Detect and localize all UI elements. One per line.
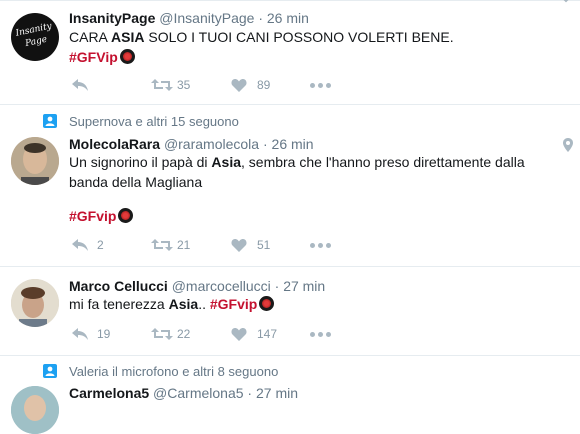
tweet-header: MolecolaRara @raramolecola · 26 min — [69, 136, 314, 152]
more-icon[interactable] — [310, 83, 332, 89]
social-context[interactable]: Supernova e altri 15 seguono — [69, 114, 239, 129]
gf-emoji-icon — [118, 208, 134, 223]
separator-dot: · — [274, 278, 280, 294]
more-icon[interactable] — [310, 332, 332, 338]
retweet-count: 21 — [177, 238, 191, 252]
text-part: .. — [198, 296, 210, 312]
avatar[interactable]: Insanity Page — [11, 13, 59, 61]
avatar-photo — [11, 386, 59, 434]
display-name[interactable]: Carmelona5 — [69, 385, 149, 401]
reply-count: 2 — [97, 238, 104, 252]
text-highlight: Asia — [168, 296, 199, 312]
retweet-icon — [151, 79, 173, 91]
timestamp[interactable]: 27 min — [256, 385, 298, 401]
gf-emoji-icon — [119, 49, 135, 64]
like-button[interactable]: 51 — [231, 238, 291, 254]
reply-button[interactable] — [71, 78, 91, 94]
reply-icon — [72, 239, 88, 251]
reply-count: 19 — [97, 327, 111, 341]
like-count: 51 — [257, 238, 271, 252]
separator-dot: · — [258, 10, 263, 26]
text-part: Un signorino il papà di — [69, 154, 212, 170]
avatar-photo — [11, 137, 59, 185]
like-icon — [231, 239, 247, 252]
tweet-text: CARA ASIA SOLO I TUOI CANI POSSONO VOLER… — [69, 27, 549, 67]
retweet-count: 35 — [177, 78, 191, 92]
display-name[interactable]: Marco Cellucci — [69, 278, 168, 294]
timestamp[interactable]: 26 min — [272, 136, 314, 152]
hashtag-link[interactable]: #GFVip — [69, 49, 118, 65]
avatar[interactable] — [11, 279, 59, 327]
display-name[interactable]: InsanityPage — [69, 10, 155, 26]
text-part: SOLO I TUOI CANI POSSONO VOLERTI BENE. — [144, 29, 454, 45]
avatar[interactable] — [11, 386, 59, 434]
user-handle[interactable]: @raramolecola — [164, 136, 259, 152]
tweet-1[interactable]: Insanity Page InsanityPage @InsanityPage… — [0, 0, 580, 104]
like-button[interactable]: 89 — [231, 78, 291, 94]
divider — [0, 355, 580, 356]
like-icon — [231, 328, 247, 341]
avatar-photo — [11, 279, 59, 327]
user-handle[interactable]: @InsanityPage — [159, 10, 254, 26]
retweet-icon — [151, 328, 173, 340]
user-handle[interactable]: @marcocellucci — [172, 278, 271, 294]
tweet-header: Carmelona5 @Carmelona5 · 27 min — [69, 385, 298, 401]
retweet-icon — [151, 239, 173, 251]
reply-icon — [72, 328, 88, 340]
gf-emoji-icon — [259, 296, 275, 311]
tweet-header: InsanityPage @InsanityPage · 26 min — [69, 10, 309, 26]
text-highlight: ASIA — [111, 29, 145, 45]
reply-button[interactable]: 2 — [71, 238, 121, 254]
reply-button[interactable]: 19 — [71, 327, 121, 343]
separator-dot: · — [262, 136, 268, 152]
hashtag-line: #GFvip — [69, 206, 549, 226]
display-name[interactable]: MolecolaRara — [69, 136, 160, 152]
avatar[interactable] — [11, 137, 59, 185]
like-icon — [231, 79, 247, 92]
retweet-button[interactable]: 22 — [151, 327, 211, 343]
text-highlight: Asia — [211, 154, 241, 170]
user-handle[interactable]: @Carmelona5 — [153, 385, 243, 401]
like-button[interactable]: 147 — [231, 327, 291, 343]
separator-dot: · — [247, 385, 253, 401]
text-part: CARA — [69, 29, 112, 45]
reply-icon — [72, 79, 88, 91]
more-icon[interactable] — [310, 243, 332, 249]
hashtag-link[interactable]: #GFvip — [69, 208, 116, 224]
like-count: 147 — [257, 327, 278, 341]
person-icon — [43, 114, 57, 128]
tweet-header: Marco Cellucci @marcocellucci · 27 min — [69, 278, 325, 294]
retweet-button[interactable]: 21 — [151, 238, 211, 254]
tweet-text: mi fa tenerezza Asia.. #GFvip — [69, 294, 549, 314]
location-pin-icon[interactable] — [563, 138, 573, 152]
hashtag-link[interactable]: #GFvip — [210, 296, 257, 312]
timestamp[interactable]: 27 min — [283, 278, 325, 294]
avatar-logo-text: Insanity Page — [14, 21, 53, 50]
retweet-count: 22 — [177, 327, 191, 341]
person-icon — [43, 364, 57, 378]
like-count: 89 — [257, 78, 271, 92]
social-context[interactable]: Valeria il microfono e altri 8 seguono — [69, 364, 278, 379]
timestamp[interactable]: 26 min — [267, 10, 309, 26]
retweet-button[interactable]: 35 — [151, 78, 211, 94]
text-part: mi fa tenerezza — [69, 296, 169, 312]
divider — [0, 266, 580, 267]
tweet-text: Un signorino il papà di Asia, sembra che… — [69, 152, 549, 192]
